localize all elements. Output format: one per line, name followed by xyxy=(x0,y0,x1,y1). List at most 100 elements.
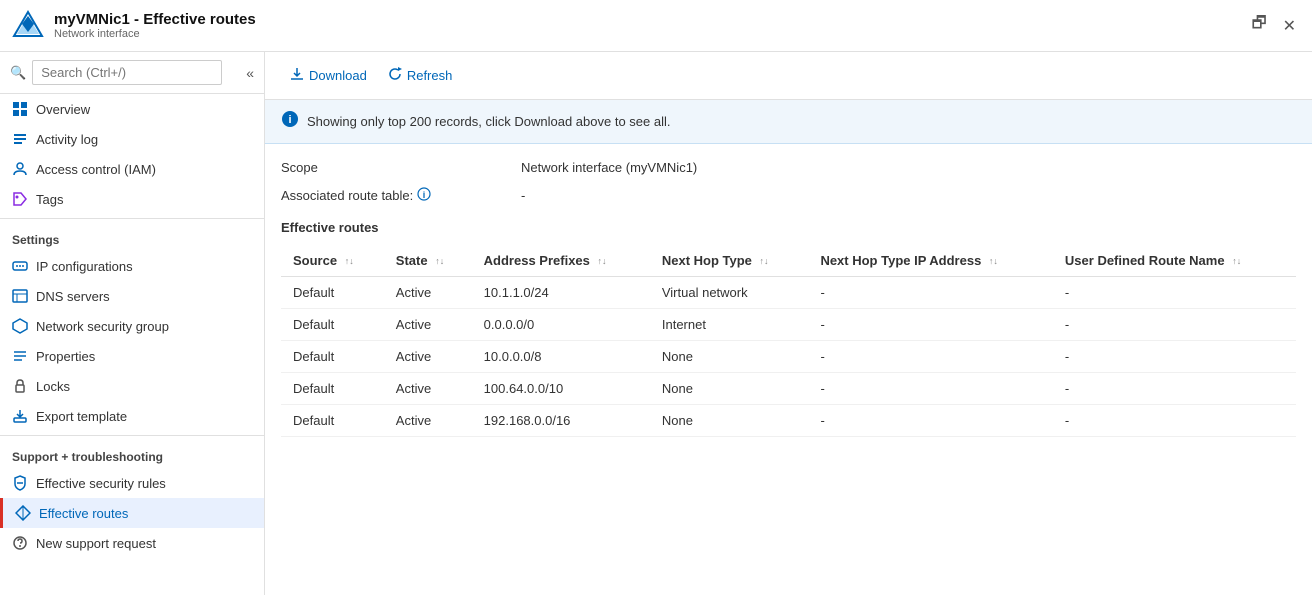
sidebar-item-activity-log[interactable]: Activity log xyxy=(0,124,264,154)
search-input[interactable] xyxy=(32,60,222,85)
sidebar-item-dns-servers[interactable]: DNS servers xyxy=(0,281,264,311)
page-subtitle: Network interface xyxy=(54,28,256,40)
svg-text:i: i xyxy=(288,114,291,126)
sidebar-item-locks[interactable]: Locks xyxy=(0,371,264,401)
toolbar: Download Refresh xyxy=(265,52,1312,100)
table-row: DefaultActive0.0.0.0/0Internet-- xyxy=(281,309,1296,341)
title-bar-controls[interactable]: 🗗 ✕ xyxy=(1248,8,1300,43)
title-bar-left: myVMNic1 - Effective routes Network inte… xyxy=(12,10,256,42)
assoc-row: Associated route table: i - xyxy=(281,187,1296,204)
table-cell-4: - xyxy=(808,309,1052,341)
refresh-button[interactable]: Refresh xyxy=(379,62,461,89)
support-section-label: Support + troubleshooting xyxy=(0,440,264,468)
page-title: myVMNic1 - Effective routes xyxy=(54,11,256,28)
col-header-hop-ip[interactable]: Next Hop Type IP Address ↑↓ xyxy=(808,245,1052,277)
sidebar-section-support: Support + troubleshooting Effective secu… xyxy=(0,440,264,558)
download-button[interactable]: Download xyxy=(281,62,375,89)
sidebar-item-effective-routes[interactable]: Effective routes xyxy=(0,498,264,528)
export-icon xyxy=(12,408,28,424)
col-header-source[interactable]: Source ↑↓ xyxy=(281,245,384,277)
table-cell-5: - xyxy=(1053,277,1296,309)
sidebar-item-new-support-request[interactable]: New support request xyxy=(0,528,264,558)
table-cell-0: Default xyxy=(281,309,384,341)
activity-log-icon xyxy=(12,131,28,147)
sidebar: 🔍 « Overview Activity log xyxy=(0,52,265,595)
sidebar-item-label-properties: Properties xyxy=(36,349,95,364)
sidebar-item-overview[interactable]: Overview xyxy=(0,94,264,124)
properties-icon xyxy=(12,348,28,364)
table-cell-2: 192.168.0.0/16 xyxy=(472,405,650,437)
sidebar-item-network-security-group[interactable]: Network security group xyxy=(0,311,264,341)
col-header-state[interactable]: State ↑↓ xyxy=(384,245,472,277)
main-layout: 🔍 « Overview Activity log xyxy=(0,52,1312,595)
close-button[interactable]: ✕ xyxy=(1279,8,1300,43)
sort-icon-address: ↑↓ xyxy=(598,257,607,266)
sidebar-item-label-tags: Tags xyxy=(36,192,63,207)
table-cell-5: - xyxy=(1053,309,1296,341)
table-cell-1: Active xyxy=(384,277,472,309)
sidebar-item-label-overview: Overview xyxy=(36,102,90,117)
dns-icon xyxy=(12,288,28,304)
sidebar-item-label-access-control: Access control (IAM) xyxy=(36,162,156,177)
sidebar-item-label-effective-security-rules: Effective security rules xyxy=(36,476,166,491)
table-cell-5: - xyxy=(1053,373,1296,405)
table-cell-1: Active xyxy=(384,341,472,373)
svg-text:i: i xyxy=(423,190,426,200)
effective-routes-section-title: Effective routes xyxy=(281,220,1296,235)
sidebar-item-export-template[interactable]: Export template xyxy=(0,401,264,431)
sidebar-item-properties[interactable]: Properties xyxy=(0,341,264,371)
table-header-row: Source ↑↓ State ↑↓ Address Prefixes ↑↓ xyxy=(281,245,1296,277)
table-cell-2: 0.0.0.0/0 xyxy=(472,309,650,341)
access-control-icon xyxy=(12,161,28,177)
sidebar-item-label-new-support: New support request xyxy=(36,536,156,551)
restore-button[interactable]: 🗗 xyxy=(1248,8,1271,43)
sidebar-search-container: 🔍 « xyxy=(0,52,264,94)
sidebar-item-label-activity-log: Activity log xyxy=(36,132,98,147)
refresh-label: Refresh xyxy=(407,68,453,83)
sidebar-item-effective-security-rules[interactable]: Effective security rules xyxy=(0,468,264,498)
table-cell-4: - xyxy=(808,341,1052,373)
download-label: Download xyxy=(309,68,367,83)
effective-routes-table: Source ↑↓ State ↑↓ Address Prefixes ↑↓ xyxy=(281,245,1296,437)
scope-label: Scope xyxy=(281,160,521,175)
azure-logo-icon xyxy=(12,10,44,42)
security-rules-icon xyxy=(12,475,28,491)
table-row: DefaultActive100.64.0.0/10None-- xyxy=(281,373,1296,405)
col-header-address-prefixes[interactable]: Address Prefixes ↑↓ xyxy=(472,245,650,277)
sidebar-item-ip-configurations[interactable]: IP configurations xyxy=(0,251,264,281)
table-cell-0: Default xyxy=(281,405,384,437)
sidebar-section-general: Overview Activity log Access control (IA… xyxy=(0,94,264,214)
table-cell-3: None xyxy=(650,405,809,437)
col-header-user-defined[interactable]: User Defined Route Name ↑↓ xyxy=(1053,245,1296,277)
sidebar-item-access-control[interactable]: Access control (IAM) xyxy=(0,154,264,184)
table-cell-4: - xyxy=(808,373,1052,405)
info-bar: i Showing only top 200 records, click Do… xyxy=(265,100,1312,144)
table-cell-1: Active xyxy=(384,373,472,405)
table-cell-2: 100.64.0.0/10 xyxy=(472,373,650,405)
table-row: DefaultActive10.0.0.0/8None-- xyxy=(281,341,1296,373)
info-tooltip-icon: i xyxy=(417,187,431,204)
table-cell-3: None xyxy=(650,373,809,405)
table-cell-1: Active xyxy=(384,405,472,437)
content-body: Scope Network interface (myVMNic1) Assoc… xyxy=(265,144,1312,453)
settings-section-label: Settings xyxy=(0,223,264,251)
col-header-next-hop-type[interactable]: Next Hop Type ↑↓ xyxy=(650,245,809,277)
sidebar-item-label-export-template: Export template xyxy=(36,409,127,424)
assoc-label: Associated route table: i xyxy=(281,187,521,204)
title-bar: myVMNic1 - Effective routes Network inte… xyxy=(0,0,1312,52)
lock-icon xyxy=(12,378,28,394)
sidebar-item-tags[interactable]: Tags xyxy=(0,184,264,214)
sidebar-item-label-effective-routes: Effective routes xyxy=(39,506,128,521)
content-area: Download Refresh i Showing only top 200 … xyxy=(265,52,1312,595)
table-cell-2: 10.0.0.0/8 xyxy=(472,341,650,373)
sidebar-item-label-nsg: Network security group xyxy=(36,319,169,334)
sort-icon-user-defined: ↑↓ xyxy=(1232,257,1241,266)
sidebar-item-label-dns: DNS servers xyxy=(36,289,110,304)
table-cell-2: 10.1.1.0/24 xyxy=(472,277,650,309)
collapse-sidebar-button[interactable]: « xyxy=(246,65,254,81)
table-cell-0: Default xyxy=(281,277,384,309)
table-cell-1: Active xyxy=(384,309,472,341)
scope-value: Network interface (myVMNic1) xyxy=(521,160,697,175)
assoc-value: - xyxy=(521,188,525,203)
scope-row: Scope Network interface (myVMNic1) xyxy=(281,160,1296,175)
